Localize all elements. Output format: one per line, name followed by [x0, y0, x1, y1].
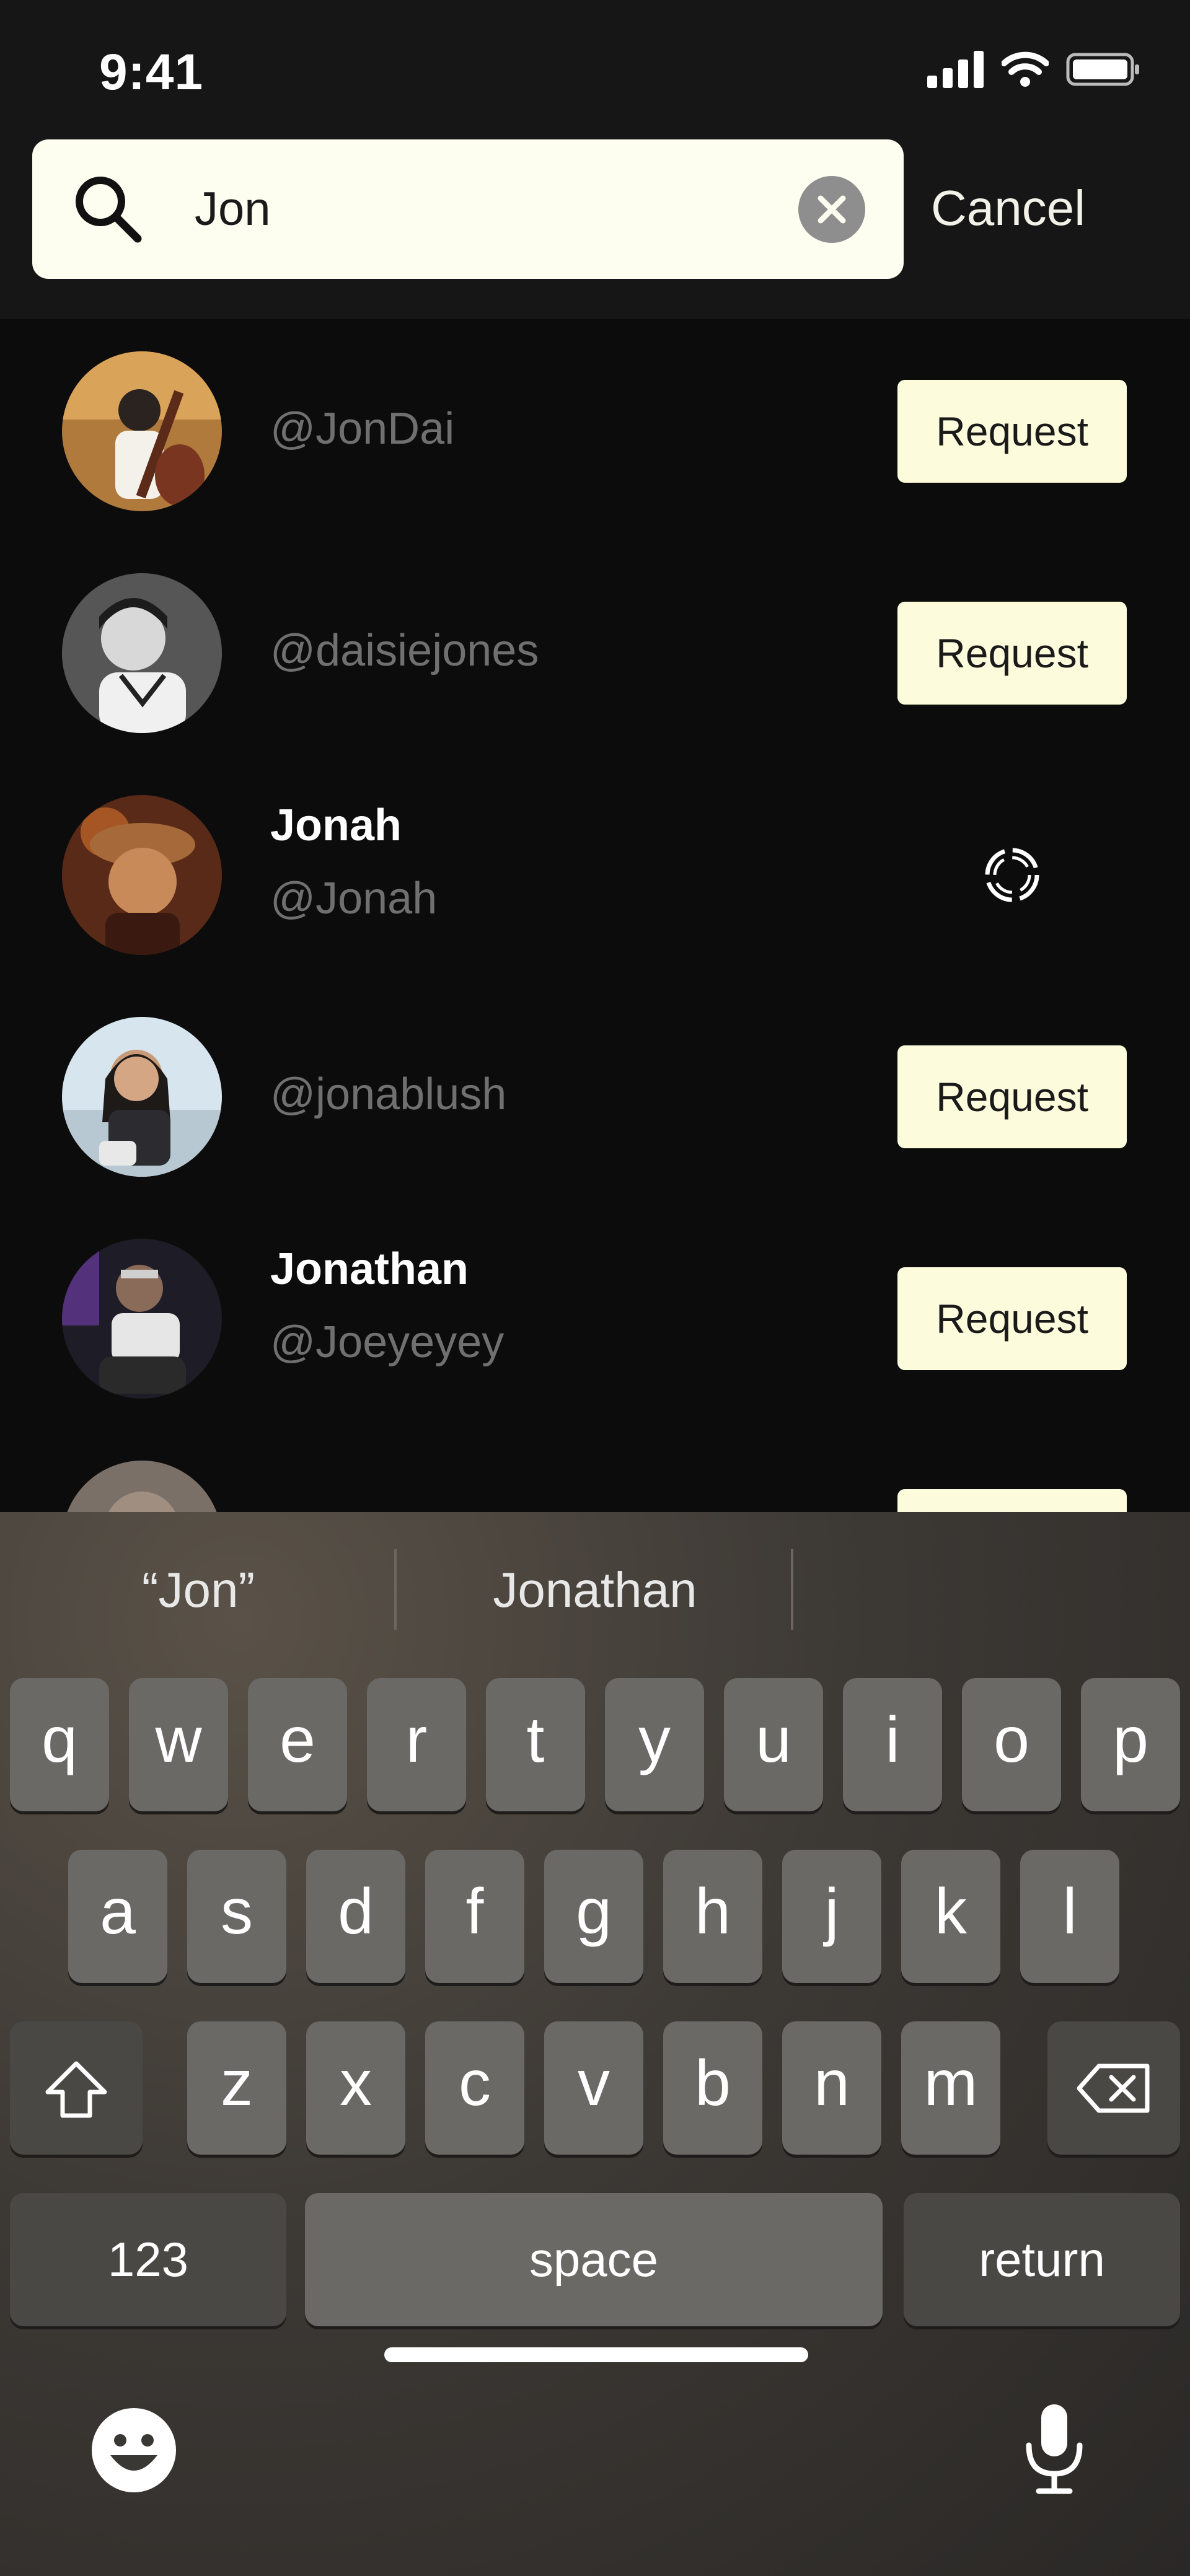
- avatar-image: [62, 573, 222, 733]
- key-r[interactable]: r: [367, 1678, 466, 1811]
- emoji-icon[interactable]: [89, 2406, 178, 2495]
- microphone-icon[interactable]: [1020, 2402, 1088, 2495]
- key-n[interactable]: n: [782, 2021, 881, 2155]
- key-s[interactable]: s: [187, 1850, 286, 1983]
- key-y[interactable]: y: [605, 1678, 704, 1811]
- request-button[interactable]: [897, 1489, 1127, 1512]
- key-h[interactable]: h: [663, 1850, 762, 1983]
- key-x[interactable]: x: [306, 2021, 405, 2155]
- shift-icon: [45, 2061, 107, 2118]
- suggestion-divider: [791, 1549, 793, 1630]
- suggestion-item[interactable]: “Jon”: [0, 1562, 397, 1619]
- list-item[interactable]: @daisiejones Request: [0, 541, 1190, 763]
- key-p[interactable]: p: [1081, 1678, 1180, 1811]
- list-item[interactable]: Jonathan @Joeyeyey Request: [0, 1207, 1190, 1428]
- signal-icon: [927, 51, 984, 88]
- keyboard: “Jon” Jonathan q w e r t y u i o p a s d…: [0, 1512, 1190, 2576]
- loading-spinner-icon: [985, 848, 1039, 902]
- user-name: Jonathan: [270, 1244, 469, 1294]
- key-w[interactable]: w: [129, 1678, 228, 1811]
- key-f[interactable]: f: [425, 1850, 524, 1983]
- suggestion-bar: “Jon” Jonathan: [0, 1512, 1190, 1679]
- user-handle: @Joeyeyey: [270, 1317, 505, 1367]
- key-l[interactable]: l: [1020, 1850, 1119, 1983]
- key-q[interactable]: q: [10, 1678, 109, 1811]
- avatar-image: [62, 1017, 222, 1177]
- list-item[interactable]: Jonah @Jonah: [0, 763, 1190, 985]
- avatar-image: [62, 1461, 222, 1512]
- key-o[interactable]: o: [962, 1678, 1061, 1811]
- key-e[interactable]: e: [248, 1678, 347, 1811]
- wifi-icon: [1002, 51, 1049, 87]
- search-icon: [76, 177, 142, 243]
- suggestion-item[interactable]: Jonathan: [397, 1562, 793, 1619]
- key-v[interactable]: v: [544, 2021, 643, 2155]
- numbers-key[interactable]: 123: [10, 2193, 286, 2326]
- avatar-image: [62, 795, 222, 955]
- request-button[interactable]: Request: [897, 1267, 1127, 1370]
- key-b[interactable]: b: [663, 2021, 762, 2155]
- return-key[interactable]: return: [904, 2193, 1180, 2326]
- request-button[interactable]: Request: [897, 602, 1127, 705]
- user-handle: @daisiejones: [270, 626, 539, 675]
- avatar-image: [62, 1239, 222, 1399]
- home-indicator: [384, 2347, 808, 2362]
- request-button[interactable]: Request: [897, 1045, 1127, 1148]
- list-item[interactable]: @jonablush Request: [0, 985, 1190, 1207]
- key-u[interactable]: u: [724, 1678, 823, 1811]
- list-item[interactable]: @JonDai Request: [0, 319, 1190, 541]
- delete-icon: [1077, 2064, 1150, 2113]
- key-z[interactable]: z: [187, 2021, 286, 2155]
- avatar[interactable]: [62, 1461, 222, 1512]
- avatar-image: [62, 351, 222, 511]
- key-g[interactable]: g: [544, 1850, 643, 1983]
- search-header: Cancel: [0, 139, 1190, 319]
- user-name: Jonah: [270, 801, 402, 850]
- key-j[interactable]: j: [782, 1850, 881, 1983]
- delete-key[interactable]: [1047, 2021, 1180, 2155]
- status-icons: [927, 51, 1140, 88]
- list-item[interactable]: [0, 1428, 1190, 1512]
- user-handle: @jonablush: [270, 1070, 507, 1119]
- search-box[interactable]: [32, 139, 904, 279]
- shift-key[interactable]: [10, 2021, 143, 2155]
- key-c[interactable]: c: [425, 2021, 524, 2155]
- status-bar: 9:41: [0, 0, 1190, 139]
- clear-button[interactable]: [798, 176, 865, 243]
- space-key[interactable]: space: [305, 2193, 883, 2326]
- avatar[interactable]: [62, 795, 222, 955]
- key-t[interactable]: t: [486, 1678, 585, 1811]
- status-time: 9:41: [99, 44, 204, 100]
- key-a[interactable]: a: [68, 1850, 167, 1983]
- cancel-button[interactable]: Cancel: [931, 180, 1085, 237]
- user-handle: @Jonah: [270, 874, 438, 923]
- avatar[interactable]: [62, 573, 222, 733]
- key-k[interactable]: k: [901, 1850, 1000, 1983]
- key-d[interactable]: d: [306, 1850, 405, 1983]
- avatar[interactable]: [62, 351, 222, 511]
- clear-icon: [818, 195, 846, 224]
- avatar[interactable]: [62, 1017, 222, 1177]
- user-handle: @JonDai: [270, 404, 455, 454]
- avatar[interactable]: [62, 1239, 222, 1399]
- request-button[interactable]: Request: [897, 380, 1127, 483]
- search-input[interactable]: [195, 164, 814, 254]
- key-m[interactable]: m: [901, 2021, 1000, 2155]
- key-i[interactable]: i: [843, 1678, 942, 1811]
- battery-icon: [1066, 53, 1139, 86]
- search-results-list: @JonDai Request @daisiejones Request Jon…: [0, 319, 1190, 1512]
